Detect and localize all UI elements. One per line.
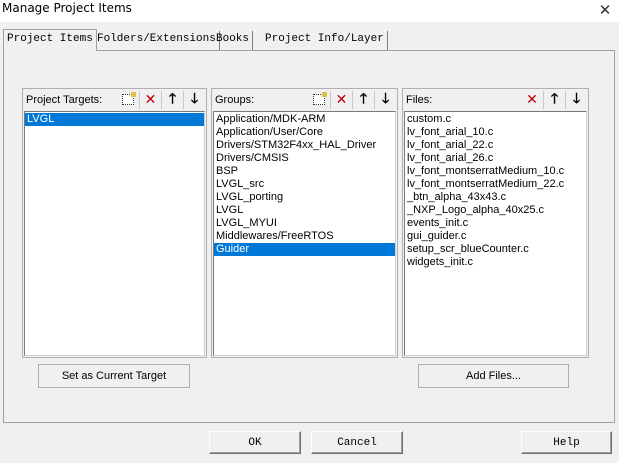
list-item[interactable]: LVGL_porting (214, 191, 395, 204)
project-targets-panel: Project Targets: ✕ 🡑 🡓 LVGL (22, 88, 207, 358)
tab-project-items[interactable]: Project Items (3, 29, 97, 51)
tab-books[interactable]: Books (213, 31, 254, 51)
help-button[interactable]: Help (521, 431, 612, 454)
list-item[interactable]: lv_font_arial_26.c (405, 152, 586, 165)
files-panel: Files: ✕ 🡑 🡓 custom.c lv_font_arial_10.c l… (402, 88, 589, 358)
list-item[interactable]: widgets_init.c (405, 256, 586, 269)
list-item[interactable]: LVGL (214, 204, 395, 217)
delete-icon[interactable]: ✕ (330, 90, 352, 109)
window-title: Manage Project Items (2, 1, 132, 15)
list-item[interactable]: LVGL_MYUI (214, 217, 395, 230)
title-bar: Manage Project Items ✕ (0, 0, 619, 22)
ok-button[interactable]: OK (209, 431, 301, 454)
list-item[interactable]: Drivers/STM32F4xx_HAL_Driver (214, 139, 395, 152)
list-item[interactable]: _btn_alpha_43x43.c (405, 191, 586, 204)
list-item[interactable]: Guider (214, 243, 395, 256)
files-label: Files: (406, 93, 433, 106)
list-item[interactable]: lv_font_montserratMedium_22.c (405, 178, 586, 191)
delete-icon[interactable]: ✕ (139, 90, 161, 109)
files-header: Files: ✕ 🡑 🡓 (404, 90, 587, 109)
project-targets-label: Project Targets: (26, 93, 103, 106)
list-item[interactable]: LVGL_src (214, 178, 395, 191)
list-item[interactable]: custom.c (405, 113, 586, 126)
arrow-down-icon[interactable]: 🡓 (565, 90, 587, 109)
list-item[interactable]: BSP (214, 165, 395, 178)
arrow-down-icon[interactable]: 🡓 (374, 90, 396, 109)
list-item[interactable]: lv_font_arial_10.c (405, 126, 586, 139)
new-item-icon[interactable] (117, 91, 139, 109)
arrow-up-icon[interactable]: 🡑 (161, 90, 183, 109)
groups-header: Groups: ✕ 🡑 🡓 (213, 90, 396, 109)
tab-project-info-layer[interactable]: Project Info/Layer (262, 31, 388, 51)
tab-folders-extensions[interactable]: Folders/Extensions (94, 31, 220, 51)
list-item[interactable]: _NXP_Logo_alpha_40x25.c (405, 204, 586, 217)
project-targets-header: Project Targets: ✕ 🡑 🡓 (24, 90, 205, 109)
list-item[interactable]: Middlewares/FreeRTOS (214, 230, 395, 243)
groups-label: Groups: (215, 93, 255, 106)
set-current-target-button[interactable]: Set as Current Target (38, 364, 190, 388)
list-item[interactable]: Application/MDK-ARM (214, 113, 395, 126)
arrow-up-icon[interactable]: 🡑 (352, 90, 374, 109)
list-item[interactable]: lv_font_arial_22.c (405, 139, 586, 152)
list-item[interactable]: Application/User/Core (214, 126, 395, 139)
list-item[interactable]: LVGL (25, 113, 204, 126)
groups-list[interactable]: Application/MDK-ARM Application/User/Core… (213, 111, 396, 356)
delete-icon[interactable]: ✕ (521, 91, 543, 109)
groups-panel: Groups: ✕ 🡑 🡓 Application/MDK-ARM Applica… (211, 88, 398, 358)
files-list[interactable]: custom.c lv_font_arial_10.c lv_font_arial_… (404, 111, 587, 356)
list-item[interactable]: events_init.c (405, 217, 586, 230)
new-item-icon[interactable] (308, 91, 330, 109)
close-icon[interactable]: ✕ (591, 0, 619, 20)
arrow-down-icon[interactable]: 🡓 (183, 90, 205, 109)
list-item[interactable]: gui_guider.c (405, 230, 586, 243)
list-item[interactable]: lv_font_montserratMedium_10.c (405, 165, 586, 178)
list-item[interactable]: setup_scr_blueCounter.c (405, 243, 586, 256)
list-item[interactable]: Drivers/CMSIS (214, 152, 395, 165)
add-files-button[interactable]: Add Files... (418, 364, 569, 388)
cancel-button[interactable]: Cancel (311, 431, 403, 454)
arrow-up-icon[interactable]: 🡑 (543, 90, 565, 109)
project-targets-list[interactable]: LVGL (24, 111, 205, 356)
